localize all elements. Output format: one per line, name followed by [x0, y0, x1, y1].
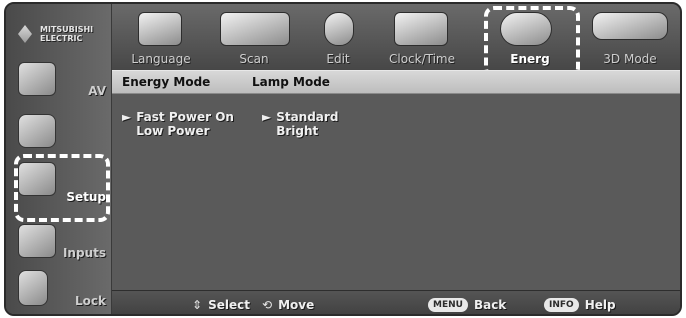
- move-icon: ⟲: [262, 298, 273, 312]
- header-energy-mode: Energy Mode: [122, 75, 211, 89]
- help-back-label: Back: [473, 298, 507, 312]
- option-low-power[interactable]: Low Power: [122, 124, 234, 138]
- sidebar-item-av[interactable]: AV: [6, 56, 112, 104]
- closed-caption-icon: [18, 114, 56, 148]
- select-icon: ⇕: [192, 298, 203, 312]
- tab-scan[interactable]: Scan: [208, 8, 300, 68]
- tab-label: 3D Mode: [603, 52, 657, 66]
- language-icon: [138, 12, 182, 46]
- sidebar-item-lock[interactable]: Lock: [6, 266, 112, 314]
- help-info: INFO Help: [544, 298, 616, 312]
- edit-icon: [324, 12, 354, 46]
- brand-logo: MITSUBISHI ELECTRIC: [14, 18, 104, 50]
- tab-3d-mode[interactable]: 3D Mode: [582, 8, 678, 68]
- tab-edit[interactable]: Edit: [308, 8, 368, 68]
- selected-marker-icon: ►: [262, 110, 272, 124]
- option-fast-power-on[interactable]: ► Fast Power On: [122, 110, 234, 124]
- tab-label: Language: [131, 52, 191, 66]
- options-header-row: Energy Mode Lamp Mode: [112, 70, 680, 94]
- clock-icon: [394, 12, 448, 46]
- setup-highlight-box: [14, 154, 110, 222]
- tab-label: Scan: [239, 52, 269, 66]
- sidebar-item-inputs[interactable]: Inputs: [6, 218, 112, 266]
- help-help-label: Help: [584, 298, 616, 312]
- 3d-glasses-icon: [592, 12, 668, 40]
- selected-marker-icon: ►: [122, 110, 132, 124]
- option-label: Fast Power On: [136, 110, 234, 124]
- info-key-icon: INFO: [544, 298, 579, 312]
- tab-label: Edit: [326, 52, 350, 66]
- help-select-label: Select: [208, 298, 250, 312]
- help-move: ⟲ Move: [262, 298, 314, 312]
- bottom-help-bar: ⇕ Select ⟲ Move MENU Back INFO Help: [112, 290, 680, 314]
- mitsubishi-logo-icon: [14, 23, 36, 45]
- option-label: Bright: [276, 124, 319, 138]
- tab-clock-time[interactable]: Clock/Time: [374, 8, 470, 68]
- sidebar-item-label: Lock: [75, 294, 106, 308]
- lock-icon: [18, 270, 48, 306]
- tab-language[interactable]: Language: [122, 8, 200, 68]
- sidebar-item-label: AV: [88, 84, 106, 98]
- help-select: ⇕ Select: [192, 298, 250, 312]
- scan-icon: [220, 12, 290, 46]
- help-move-label: Move: [278, 298, 315, 312]
- brand-logo-text: MITSUBISHI ELECTRIC: [40, 25, 94, 43]
- sidebar-item-label: Inputs: [62, 246, 106, 260]
- header-lamp-mode: Lamp Mode: [252, 75, 330, 89]
- av-icon: [18, 62, 56, 96]
- left-sidebar: MITSUBISHI ELECTRIC AV Setup Inputs Lock: [6, 4, 112, 314]
- option-bright[interactable]: Bright: [262, 124, 338, 138]
- energy-mode-options: ► Fast Power On Low Power: [122, 110, 234, 138]
- option-label: Low Power: [136, 124, 210, 138]
- sidebar-item-captions[interactable]: [6, 108, 112, 156]
- energy-tab-highlight-box: [484, 6, 580, 78]
- tv-menu-window: MITSUBISHI ELECTRIC AV Setup Inputs Lock: [4, 2, 682, 316]
- option-label: Standard: [276, 110, 339, 124]
- options-content: ► Fast Power On Low Power ► Standard Bri…: [112, 96, 680, 282]
- help-back: MENU Back: [428, 298, 506, 312]
- inputs-icon: [18, 224, 56, 258]
- lamp-mode-options: ► Standard Bright: [262, 110, 338, 138]
- tab-label: Clock/Time: [388, 52, 455, 66]
- option-standard[interactable]: ► Standard: [262, 110, 338, 124]
- menu-key-icon: MENU: [428, 298, 468, 312]
- top-tab-bar: Language Scan Edit Clock/Time Energ 3D M…: [112, 4, 680, 78]
